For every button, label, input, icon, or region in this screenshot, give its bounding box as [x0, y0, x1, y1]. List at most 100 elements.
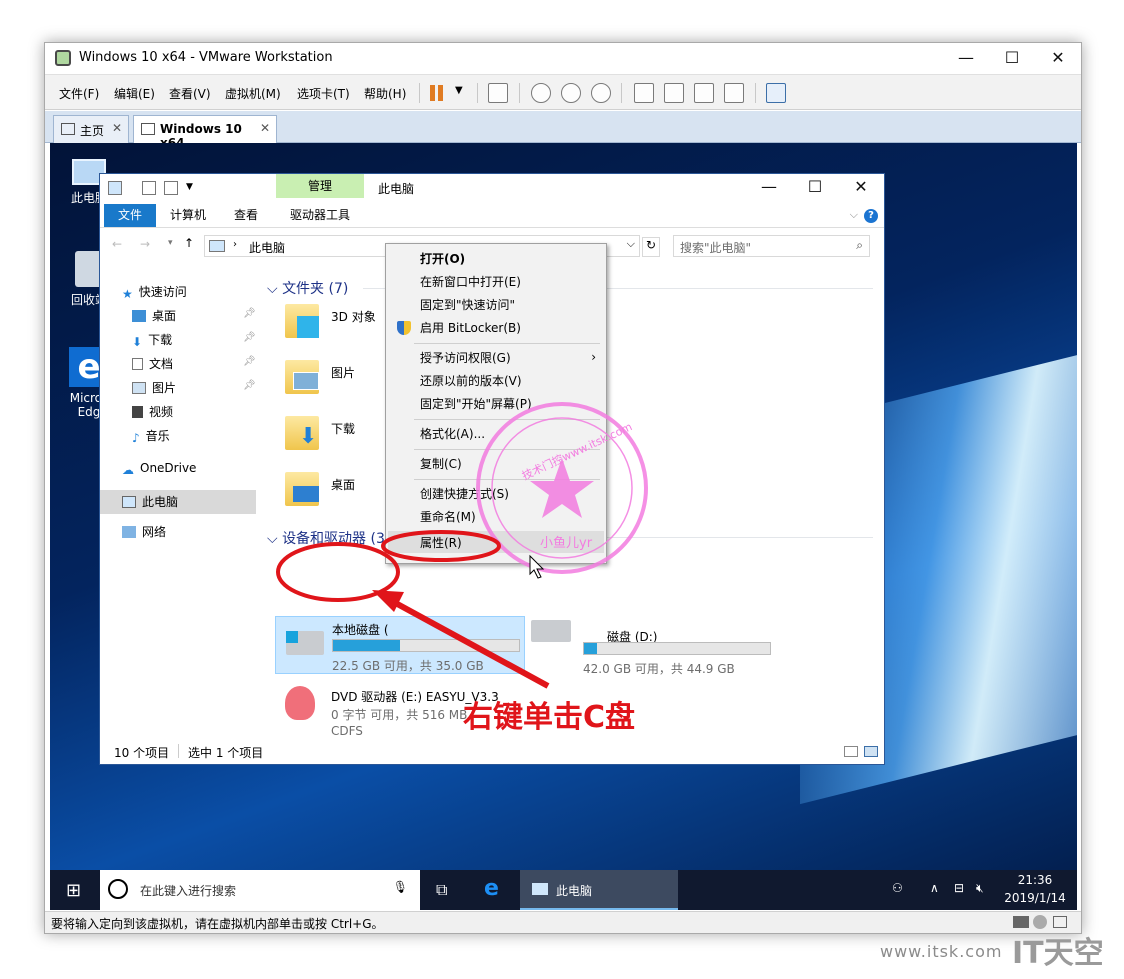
close-button[interactable]: ✕	[1035, 43, 1081, 73]
menu-tabs[interactable]: 选项卡(T)	[297, 85, 350, 102]
close-tab-icon[interactable]: ✕	[112, 121, 122, 135]
nav-item-pictures[interactable]: 图片	[132, 378, 176, 398]
menu-file[interactable]: 文件(F)	[59, 85, 99, 102]
address-dropdown-icon[interactable]: ⌵	[627, 237, 635, 251]
drive-icon[interactable]	[531, 620, 571, 642]
dvd-drive-icon[interactable]	[285, 686, 315, 720]
explorer-close-button[interactable]: ✕	[838, 174, 884, 200]
drive-c-tile[interactable]: 本地磁盘 ( 22.5 GB 可用，共 35.0 GB	[275, 616, 525, 674]
folder-desktop[interactable]	[285, 466, 319, 506]
send-keys-icon[interactable]	[488, 83, 508, 103]
home-icon	[61, 123, 75, 135]
large-icons-view-icon[interactable]	[864, 746, 878, 757]
close-tab-icon[interactable]: ✕	[260, 121, 270, 135]
maximize-button[interactable]: ☐	[989, 43, 1035, 73]
customize-toolbar-icon[interactable]: ▼	[186, 182, 193, 192]
forward-icon[interactable]: →	[140, 237, 150, 251]
show-hidden-icons-icon[interactable]: ∧	[930, 881, 939, 895]
details-view-icon[interactable]	[844, 746, 858, 757]
up-icon[interactable]: ↑	[184, 236, 194, 250]
taskbar-app-this-pc[interactable]: 此电脑	[520, 870, 678, 910]
menu-item-format[interactable]: 格式化(A)...	[420, 423, 485, 445]
ribbon-tab-file[interactable]: 文件	[104, 204, 156, 227]
menu-item-restore-versions[interactable]: 还原以前的版本(V)	[420, 370, 522, 392]
start-button-icon[interactable]: ⊞	[66, 880, 81, 901]
menu-item-grant-access[interactable]: 授予访问权限(G)	[420, 347, 511, 369]
taskbar-app-label: 此电脑	[556, 884, 593, 898]
tab-home-label: 主页	[80, 124, 105, 138]
ribbon-tab-drive-tools[interactable]: 驱动器工具	[280, 204, 360, 227]
nav-item-this-pc[interactable]: 此电脑	[122, 492, 178, 512]
menu-vm[interactable]: 虚拟机(M)	[225, 85, 281, 102]
cortana-icon[interactable]	[108, 879, 128, 899]
explorer-minimize-button[interactable]: —	[746, 174, 792, 200]
menu-item-bitlocker[interactable]: 启用 BitLocker(B)	[420, 317, 521, 339]
menu-item-pin-quick-access[interactable]: 固定到"快速访问"	[420, 294, 515, 316]
fullscreen-icon[interactable]	[694, 83, 714, 103]
pause-dropdown-icon[interactable]: ▼	[455, 85, 463, 96]
explorer-maximize-button[interactable]: ☐	[792, 174, 838, 200]
clock-date[interactable]: 2019/1/14	[1000, 891, 1070, 905]
nav-label: 桌面	[152, 309, 177, 323]
menu-item-copy[interactable]: 复制(C)	[420, 453, 462, 475]
toolbar-separator	[621, 83, 622, 103]
folder-pictures[interactable]	[285, 354, 319, 394]
menu-item-rename[interactable]: 重命名(M)	[420, 506, 476, 528]
menu-item-pin-start[interactable]: 固定到"开始"屏幕(P)	[420, 393, 532, 415]
manage-context-tab[interactable]: 管理	[276, 174, 364, 198]
back-icon[interactable]: ←	[112, 237, 122, 251]
recent-locations-icon[interactable]: ▾	[168, 238, 173, 248]
taskbar-search-box[interactable]: 在此键入进行搜索 🎙︎	[100, 870, 420, 910]
ribbon-tab-computer[interactable]: 计算机	[160, 204, 216, 227]
group-header-folders[interactable]: ⌵ 文件夹 (7)	[267, 278, 348, 298]
cd-icon[interactable]	[1033, 915, 1047, 929]
snapshot-icon[interactable]	[531, 83, 551, 103]
menu-item-properties[interactable]: 属性(R)	[420, 532, 462, 554]
hard-disk-icon[interactable]	[1013, 916, 1029, 928]
nav-item-network[interactable]: 网络	[122, 522, 166, 542]
refresh-icon[interactable]: ↻	[642, 237, 660, 257]
folder-downloads[interactable]: ⬇	[285, 410, 319, 450]
menu-item-open[interactable]: 打开(O)	[420, 248, 465, 270]
microphone-icon[interactable]: 🎙︎	[393, 880, 408, 894]
search-input[interactable]: 搜索"此电脑" ⌕	[673, 235, 870, 257]
properties-icon[interactable]	[142, 181, 156, 195]
menu-help[interactable]: 帮助(H)	[364, 85, 406, 102]
menu-view[interactable]: 查看(V)	[169, 85, 211, 102]
console-view-icon[interactable]	[766, 83, 786, 103]
nav-item-downloads[interactable]: ⬇ 下载	[132, 330, 172, 350]
nav-item-onedrive[interactable]: ☁ OneDrive	[122, 458, 196, 478]
nav-item-desktop[interactable]: 桌面	[132, 306, 176, 326]
tab-vm[interactable]: Windows 10 x64 ✕	[133, 115, 277, 150]
nav-item-quick-access[interactable]: ★ 快速访问	[122, 282, 187, 302]
library-icon[interactable]	[634, 83, 654, 103]
expand-ribbon-icon[interactable]: ⌵	[850, 208, 858, 222]
people-icon[interactable]: ⚇	[892, 881, 903, 895]
task-view-icon[interactable]: ⧉	[436, 880, 447, 900]
minimize-button[interactable]: —	[943, 43, 989, 73]
clock-time[interactable]: 21:36	[1000, 873, 1070, 887]
group-header-devices[interactable]: ⌵ 设备和驱动器 (3	[267, 528, 385, 548]
revert-snapshot-icon[interactable]	[561, 83, 581, 103]
nav-item-videos[interactable]: 视频	[132, 402, 173, 422]
menu-edit[interactable]: 编辑(E)	[114, 85, 155, 102]
thumbnail-icon[interactable]	[664, 83, 684, 103]
new-folder-icon[interactable]	[164, 181, 178, 195]
edge-taskbar-icon[interactable]: e	[484, 876, 499, 901]
menu-item-create-shortcut[interactable]: 创建快捷方式(S)	[420, 483, 509, 505]
network-status-icon[interactable]: ⊟	[954, 881, 964, 895]
nav-item-documents[interactable]: 文档	[132, 354, 173, 374]
nav-item-music[interactable]: ♪ 音乐	[132, 426, 170, 446]
network-adapter-icon[interactable]	[1053, 916, 1067, 928]
folder-3d-objects[interactable]	[285, 298, 319, 338]
pause-icon[interactable]	[430, 85, 444, 101]
drive-d-usage-fill	[584, 643, 598, 654]
volume-muted-icon[interactable]: 🔇︎	[976, 881, 984, 896]
explorer-statusbar: 10 个项目 选中 1 个项目	[100, 740, 884, 764]
unity-icon[interactable]	[724, 83, 744, 103]
help-icon[interactable]: ?	[864, 209, 878, 223]
menu-item-open-new-window[interactable]: 在新窗口中打开(E)	[420, 271, 521, 293]
snapshot-manager-icon[interactable]	[591, 83, 611, 103]
tab-home[interactable]: 主页 ✕	[53, 115, 129, 143]
ribbon-tab-view[interactable]: 查看	[224, 204, 268, 227]
